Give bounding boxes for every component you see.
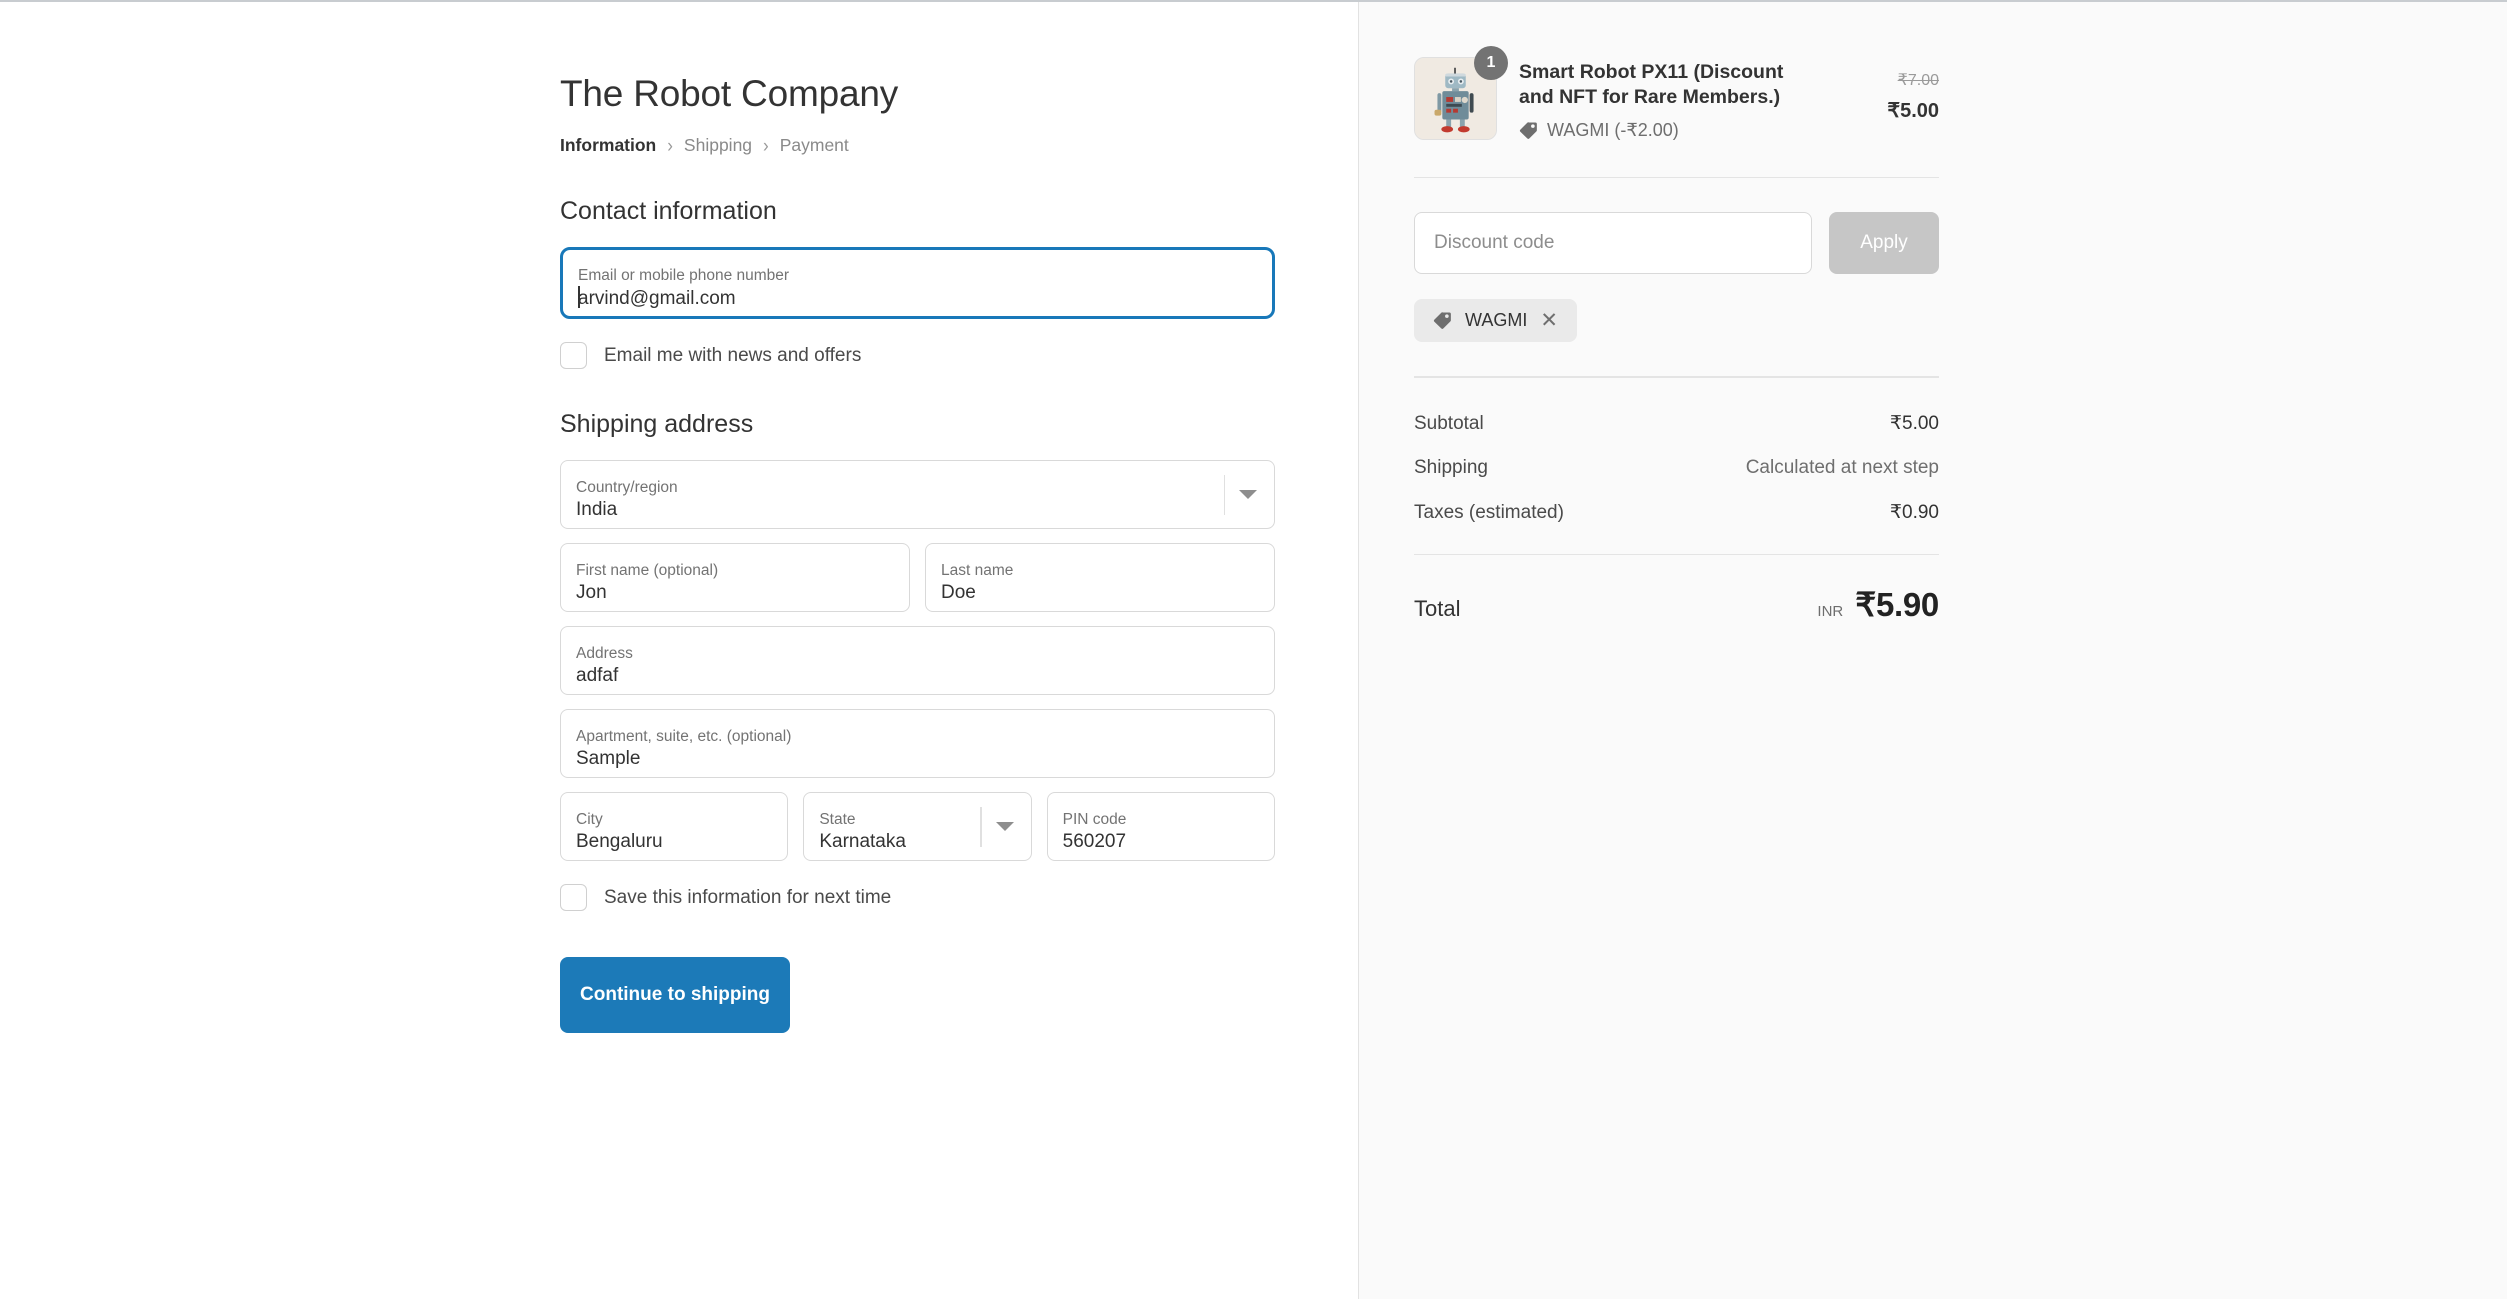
save-info-checkbox-label: Save this information for next time <box>604 886 892 908</box>
breadcrumb-item-information[interactable]: Information <box>560 135 656 156</box>
grand-total-value: ₹5.90 <box>1855 586 1939 624</box>
divider <box>980 806 982 847</box>
order-line-item: 1 Smart Robot PX11 (Discount and NFT for… <box>1414 46 1939 141</box>
breadcrumb: Information › Shipping › Payment <box>560 134 1275 157</box>
discount-code-input[interactable] <box>1414 212 1812 275</box>
divider <box>1414 553 1939 556</box>
product-prices: ₹7.00 ₹5.00 <box>1844 57 1939 124</box>
breadcrumb-item-payment[interactable]: Payment <box>780 135 849 156</box>
chevron-down-icon[interactable] <box>995 822 1014 832</box>
country-select[interactable]: Country/region India <box>560 460 1275 530</box>
chevron-right-icon: › <box>667 134 673 157</box>
email-field-label: Email or mobile phone number <box>578 266 790 284</box>
newsletter-checkbox[interactable] <box>560 342 587 370</box>
apply-discount-button[interactable]: Apply <box>1829 212 1939 275</box>
state-select-arrow-wrap <box>980 793 1014 860</box>
product-thumbnail-wrap: 1 <box>1414 46 1508 140</box>
breadcrumb-item-shipping[interactable]: Shipping <box>684 135 752 156</box>
email-field[interactable]: Email or mobile phone number arvind@gmai… <box>560 247 1275 320</box>
state-select[interactable]: State Karnataka <box>803 792 1032 862</box>
first-name-field[interactable]: First name (optional) Jon <box>560 543 910 613</box>
city-state-pin-row: City Bengaluru State Karnataka PIN code … <box>560 792 1275 862</box>
email-field-value-wrap: arvind@gmail.com <box>578 286 1272 312</box>
product-discount: WAGMI (-₹2.00) <box>1519 120 1822 141</box>
product-current-price: ₹5.00 <box>1887 99 1939 122</box>
pin-code-value: 560207 <box>1062 831 1127 853</box>
country-select-value: India <box>576 499 618 521</box>
discount-chip-label: WAGMI <box>1465 310 1528 331</box>
apartment-label: Apartment, suite, etc. (optional) <box>576 727 792 745</box>
checkout-form-column: The Robot Company Information › Shipping… <box>0 2 1358 1299</box>
country-select-label: Country/region <box>576 478 678 496</box>
continue-to-shipping-button[interactable]: Continue to shipping <box>560 957 790 1034</box>
name-row: First name (optional) Jon Last name Doe <box>560 543 1275 613</box>
quantity-badge: 1 <box>1474 46 1508 80</box>
product-name: Smart Robot PX11 (Discount and NFT for R… <box>1519 61 1784 109</box>
city-value: Bengaluru <box>576 831 663 853</box>
page-title: The Robot Company <box>560 73 899 114</box>
pin-code-label: PIN code <box>1062 810 1127 828</box>
address-label: Address <box>576 644 633 662</box>
city-field[interactable]: City Bengaluru <box>560 792 789 862</box>
taxes-label: Taxes (estimated) <box>1414 501 1564 523</box>
city-label: City <box>576 810 603 828</box>
grand-total-currency: INR <box>1817 603 1844 621</box>
order-totals: Subtotal ₹5.00 Shipping Calculated at ne… <box>1414 412 1939 524</box>
close-icon[interactable]: ✕ <box>1540 310 1558 331</box>
save-info-checkbox-row[interactable]: Save this information for next time <box>560 884 1275 912</box>
total-row-subtotal: Subtotal ₹5.00 <box>1414 412 1939 435</box>
tag-icon <box>1519 121 1537 139</box>
applied-discount-chips: WAGMI ✕ <box>1414 299 1939 343</box>
discount-code-row: Apply <box>1414 212 1939 275</box>
product-discount-label: WAGMI (-₹2.00) <box>1547 119 1679 140</box>
grand-total-label: Total <box>1414 596 1461 622</box>
shipping-address-heading: Shipping address <box>560 410 754 439</box>
divider <box>1414 376 1939 378</box>
shipping-value: Calculated at next step <box>1745 456 1939 478</box>
last-name-field[interactable]: Last name Doe <box>925 543 1275 613</box>
contact-information-heading: Contact information <box>560 197 777 226</box>
pin-code-field[interactable]: PIN code 560207 <box>1046 792 1275 862</box>
divider <box>1223 474 1225 515</box>
subtotal-label: Subtotal <box>1414 412 1484 434</box>
first-name-value: Jon <box>576 582 607 604</box>
address-field[interactable]: Address adfaf <box>560 626 1275 696</box>
address-value: adfaf <box>576 665 619 687</box>
shipping-label: Shipping <box>1414 456 1488 478</box>
newsletter-checkbox-row[interactable]: Email me with news and offers <box>560 342 1275 370</box>
apartment-field[interactable]: Apartment, suite, etc. (optional) Sample <box>560 709 1275 779</box>
last-name-value: Doe <box>941 582 976 604</box>
newsletter-checkbox-label: Email me with news and offers <box>604 344 862 366</box>
chevron-down-icon[interactable] <box>1239 490 1257 500</box>
first-name-label: First name (optional) <box>576 561 719 579</box>
divider <box>1414 176 1939 179</box>
grand-total-amount-wrap: INR ₹5.90 <box>1817 585 1939 624</box>
total-row-taxes: Taxes (estimated) ₹0.90 <box>1414 501 1939 524</box>
subtotal-value: ₹5.00 <box>1889 412 1939 434</box>
apartment-value: Sample <box>576 748 641 770</box>
total-row-shipping: Shipping Calculated at next step <box>1414 457 1939 479</box>
last-name-label: Last name <box>941 561 1014 579</box>
product-original-price: ₹7.00 <box>1897 72 1939 89</box>
product-details: Smart Robot PX11 (Discount and NFT for R… <box>1519 57 1822 141</box>
order-summary-column: 1 Smart Robot PX11 (Discount and NFT for… <box>1358 2 2507 1299</box>
tag-icon <box>1433 312 1451 330</box>
grand-total-row: Total INR ₹5.90 <box>1414 585 1939 624</box>
taxes-value: ₹0.90 <box>1889 501 1939 523</box>
checkout-page: The Robot Company Information › Shipping… <box>0 0 2507 1299</box>
email-field-value: arvind@gmail.com <box>578 288 736 310</box>
country-select-arrow-wrap <box>1223 461 1257 528</box>
save-info-checkbox[interactable] <box>560 884 587 912</box>
applied-discount-chip[interactable]: WAGMI ✕ <box>1414 299 1577 343</box>
chevron-right-icon: › <box>763 134 769 157</box>
